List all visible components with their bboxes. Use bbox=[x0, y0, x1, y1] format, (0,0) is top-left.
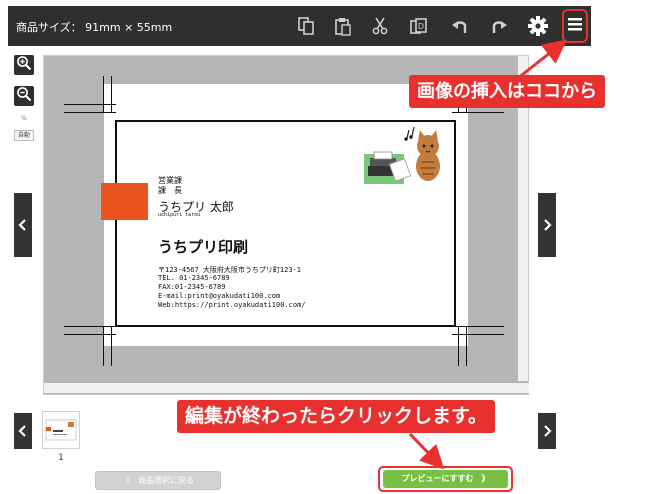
auto-zoom-button[interactable]: 自動 bbox=[14, 130, 34, 141]
crop-mark bbox=[466, 326, 467, 366]
click-when-done-callout: 編集が終わったらクリックします。 bbox=[177, 400, 496, 433]
chevron-left-icon bbox=[18, 422, 28, 441]
zoom-out-button[interactable] bbox=[14, 86, 34, 106]
undo-icon[interactable] bbox=[446, 12, 474, 40]
menu-button[interactable] bbox=[562, 9, 588, 43]
copy-icon[interactable] bbox=[292, 12, 320, 40]
page-number: 1 bbox=[58, 453, 64, 463]
crop-mark bbox=[103, 326, 104, 366]
thumb-prev-button[interactable] bbox=[14, 413, 32, 449]
zoom-percent-label: % bbox=[21, 115, 27, 122]
page-thumbnail[interactable] bbox=[42, 411, 80, 449]
gear-icon[interactable] bbox=[524, 12, 552, 40]
top-toolbar: 商品サイズ： 91mm × 55mm D bbox=[8, 6, 591, 46]
chevron-left-icon bbox=[18, 216, 28, 235]
accent-block[interactable] bbox=[101, 183, 148, 220]
editor-screen: 商品サイズ： 91mm × 55mm D % 自動 営業課 課 長 うちプリ 太… bbox=[0, 0, 650, 494]
crop-mark bbox=[64, 112, 116, 113]
menu-icon bbox=[567, 16, 583, 36]
crop-mark bbox=[64, 104, 116, 105]
redo-icon[interactable] bbox=[485, 12, 513, 40]
card-company[interactable]: うちプリ印刷 bbox=[158, 236, 248, 257]
arrow-to-preview bbox=[408, 432, 445, 470]
chevron-right-icon bbox=[542, 216, 552, 235]
prev-page-button[interactable] bbox=[14, 193, 32, 257]
thumb-next-button[interactable] bbox=[538, 413, 556, 449]
zoom-in-icon bbox=[16, 55, 32, 75]
card-fax[interactable]: FAX:01-2345-6789 bbox=[158, 283, 225, 291]
svg-text:D: D bbox=[418, 22, 424, 31]
cut-icon[interactable] bbox=[366, 12, 394, 40]
duplicate-icon[interactable]: D bbox=[405, 12, 433, 40]
crop-mark bbox=[111, 76, 112, 112]
crop-mark bbox=[103, 76, 104, 112]
crop-mark bbox=[64, 334, 116, 335]
cat-printer-illustration[interactable] bbox=[362, 124, 450, 184]
crop-mark bbox=[111, 326, 112, 366]
card-job-title[interactable]: 課 長 bbox=[158, 185, 182, 196]
zoom-in-button[interactable] bbox=[14, 55, 34, 75]
crop-mark bbox=[452, 326, 504, 327]
insert-image-callout: 画像の挿入はココから bbox=[409, 75, 605, 108]
preview-button[interactable]: プレビューにすすむ 》 bbox=[383, 470, 508, 488]
card-web[interactable]: Web:https://print.oyakudati100.com/ bbox=[158, 301, 306, 309]
horizontal-scrollbar[interactable] bbox=[44, 383, 529, 393]
next-page-button[interactable] bbox=[538, 193, 556, 257]
crop-mark bbox=[64, 326, 116, 327]
card-name-roman[interactable]: uchipuri tarou bbox=[158, 212, 200, 218]
crop-mark bbox=[458, 326, 459, 366]
product-size-label: 商品サイズ： 91mm × 55mm bbox=[16, 21, 173, 34]
zoom-out-icon bbox=[16, 86, 32, 106]
crop-mark bbox=[452, 112, 504, 113]
paste-icon[interactable] bbox=[329, 12, 357, 40]
back-to-product-button[interactable]: 《 商品選択に戻る bbox=[95, 471, 221, 490]
crop-mark bbox=[452, 334, 504, 335]
card-tel[interactable]: TEL. 01-2345-6789 bbox=[158, 274, 230, 282]
chevron-right-icon bbox=[542, 422, 552, 441]
card-email[interactable]: E-mail:print@oyakudati100.com bbox=[158, 292, 280, 300]
